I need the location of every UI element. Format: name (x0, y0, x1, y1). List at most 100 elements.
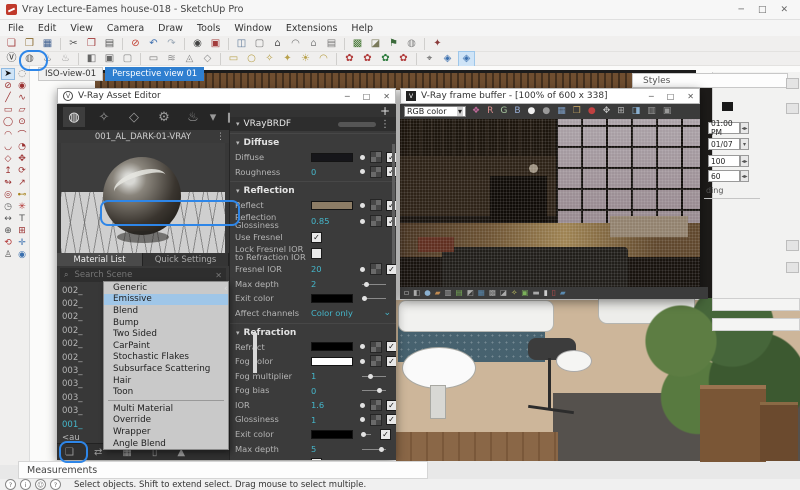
param-slider[interactable] (362, 298, 386, 299)
pan-tool-icon[interactable]: ✛ (15, 237, 29, 249)
compare-icon[interactable]: ▥ (647, 107, 656, 116)
material-type-item[interactable]: Blend (104, 305, 228, 317)
eraser-tool-icon[interactable]: ⊘ (1, 80, 15, 92)
three-point-arc-tool-icon[interactable]: ◡ (1, 141, 15, 153)
fb-maximize-button[interactable]: □ (667, 92, 675, 101)
texture-map-button[interactable] (370, 399, 382, 411)
dimension-tool-icon[interactable]: ↔ (1, 213, 15, 225)
enable-checkbox[interactable] (386, 414, 396, 425)
stairs-icon[interactable]: ▤ (324, 37, 339, 51)
tray-bar-2[interactable] (712, 318, 800, 331)
rectangle-tool-icon[interactable]: ▭ (1, 104, 15, 116)
materials-tab-icon[interactable]: ◍ (63, 107, 85, 127)
vfb-icc-icon[interactable]: ◪ (500, 289, 507, 297)
arc-tool-icon[interactable]: ◠ (1, 128, 15, 140)
offset-tool-icon[interactable]: ◎ (1, 189, 15, 201)
redo-icon[interactable]: ↷ (164, 37, 179, 51)
styles-panel-header[interactable]: Styles (632, 73, 788, 88)
terrain-icon[interactable]: ◪ (368, 37, 383, 51)
tray-box-3[interactable] (786, 240, 799, 251)
material-type-item[interactable]: Emissive (104, 294, 228, 306)
ae-maximize-button[interactable]: □ (363, 92, 371, 101)
preview-menu-icon[interactable]: ⋮ (216, 132, 225, 142)
add-asset-icon[interactable]: ❏ (65, 447, 74, 458)
minimize-button[interactable]: ─ (739, 5, 744, 15)
view-tab[interactable]: Perspective view 01 (105, 67, 204, 81)
undo-icon[interactable]: ↶ (146, 37, 161, 51)
shadow-date-dropdown[interactable]: ▾ (740, 138, 749, 150)
tray-box-2[interactable] (786, 103, 799, 114)
sphere-light-icon[interactable]: ○ (244, 52, 259, 66)
param-value[interactable]: 5 (311, 444, 316, 454)
texture-map-button[interactable] (370, 341, 382, 353)
enable-checkbox[interactable] (386, 356, 396, 367)
search-clear-icon[interactable]: ✕ (215, 271, 222, 280)
credits-icon[interactable]: i (20, 479, 31, 490)
vfb-channels-icon[interactable]: ❖ (472, 107, 480, 116)
line-tool-icon[interactable]: ╱ (1, 92, 15, 104)
tray-box-4[interactable] (786, 262, 799, 273)
omni-light-icon[interactable]: ☀ (298, 52, 313, 66)
frame-buffer-titlebar[interactable]: V V-Ray frame buffer - [100% of 600 x 33… (400, 88, 700, 104)
red-channel-icon[interactable]: R (487, 107, 493, 116)
param-slider[interactable] (362, 376, 386, 377)
render-mode-arrow-icon[interactable]: ▾ (205, 107, 221, 127)
import-asset-icon[interactable]: ⇄ (94, 447, 102, 458)
paste-icon[interactable]: ▤ (102, 37, 117, 51)
two-point-arc-tool-icon[interactable]: ⌒ (15, 128, 29, 140)
scale-tool-icon[interactable]: ↗ (15, 177, 29, 189)
asset-editor-icon[interactable]: ◍ (22, 52, 37, 66)
north-point-icon[interactable]: ⌖ (422, 52, 437, 66)
circle-tool-icon[interactable]: ◯ (1, 116, 15, 128)
menu-item[interactable]: Tools (197, 23, 220, 34)
material-type-item[interactable]: CarPaint (104, 340, 228, 352)
component-box-icon[interactable]: ▢ (252, 37, 267, 51)
shadow-light-field[interactable]: 100 (708, 155, 740, 167)
view-tab[interactable]: ISO-view-01 (38, 67, 103, 81)
vfb-exposure-icon[interactable]: ◧ (413, 289, 420, 297)
green-channel-icon[interactable]: G (500, 107, 507, 116)
correction-display-icon[interactable]: ◨ (632, 107, 641, 116)
dropdown-chevron-icon[interactable]: ⌄ (383, 308, 391, 318)
tray-box-1[interactable] (786, 78, 799, 89)
copy-icon[interactable]: ❒ (84, 37, 99, 51)
color-swatch[interactable] (311, 201, 353, 210)
texture-map-button[interactable] (370, 166, 382, 178)
cosmos-icon[interactable]: ◈ (440, 52, 455, 66)
move-tool-icon[interactable]: ✥ (15, 153, 29, 165)
pie-tool-icon[interactable]: ◔ (15, 141, 29, 153)
vfb-stamp-icon[interactable]: ▬ (532, 289, 539, 297)
menu-item[interactable]: View (70, 23, 93, 34)
search-input[interactable] (72, 269, 211, 281)
vfb-a-b-icon[interactable]: ▮ (544, 289, 548, 297)
material-type-item[interactable]: Toon (104, 386, 228, 398)
shadow-dark-spinner[interactable]: ◂▸ (740, 170, 749, 182)
color-swatch[interactable] (311, 357, 353, 366)
follow-me-tool-icon[interactable]: ↬ (1, 177, 15, 189)
param-slider[interactable] (362, 284, 386, 285)
proxy-flower-icon[interactable]: ✿ (342, 52, 357, 66)
orbit-tool-icon[interactable]: ⟲ (1, 237, 15, 249)
rotate-tool-icon[interactable]: ⟳ (15, 165, 29, 177)
maximize-button[interactable]: □ (758, 5, 767, 15)
app-titlebar[interactable]: Vray Lecture-Eames house-018 - SketchUp … (0, 0, 800, 20)
param-checkbox[interactable] (311, 458, 322, 460)
lasso-tool-icon[interactable]: ◌ (15, 68, 29, 80)
menu-item[interactable]: Extensions (286, 23, 338, 34)
ae-close-button[interactable]: ✕ (383, 92, 390, 101)
freehand-tool-icon[interactable]: ∿ (15, 92, 29, 104)
pane-tab[interactable]: Material List (57, 253, 143, 266)
settings-tab-icon[interactable]: ⚙ (153, 107, 175, 127)
vfb-levels-icon[interactable]: ▤ (456, 289, 463, 297)
person-flag-icon[interactable]: ⚑ (386, 37, 401, 51)
proxy-flower3-icon[interactable]: ✿ (378, 52, 393, 66)
texture-map-button[interactable] (370, 215, 382, 227)
param-value[interactable]: 0.85 (311, 216, 329, 226)
vfb-rgb-view-icon[interactable]: ▰ (560, 289, 566, 297)
house2-icon[interactable]: ⌂ (306, 37, 321, 51)
spot-light-icon[interactable]: ✧ (262, 52, 277, 66)
param-slider[interactable] (362, 449, 386, 450)
fb-close-button[interactable]: ✕ (687, 92, 694, 101)
material-type-item[interactable]: Subsurface Scattering (104, 363, 228, 375)
params-scrollbar[interactable] (392, 144, 395, 264)
